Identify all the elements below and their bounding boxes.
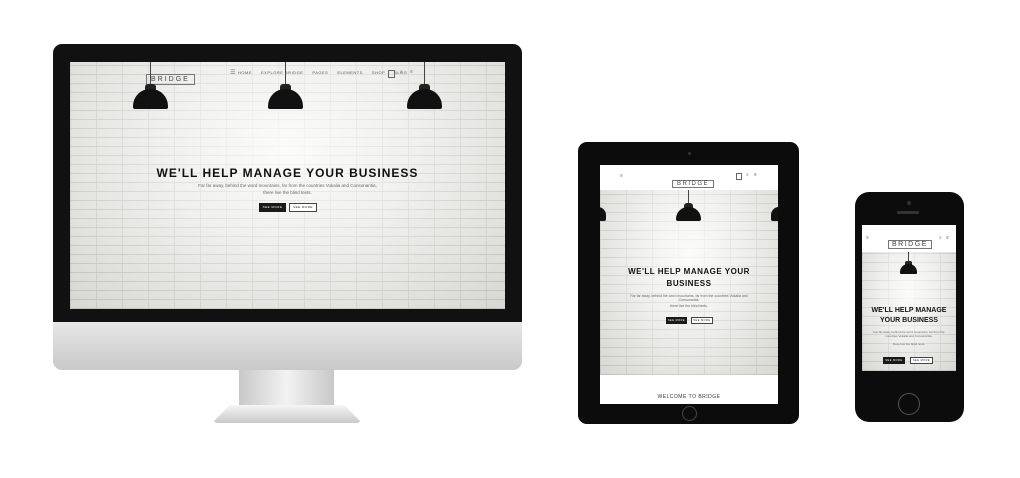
desktop-monitor-stand [239,370,334,408]
tablet-hero-subtext-line-2: there live the blind texts. [670,304,708,308]
phone-logo[interactable]: BRIDGE [888,233,932,251]
see-more-button-secondary[interactable]: SEE MORE [289,203,317,212]
tablet-hero: WE'LL HELP MANAGE YOUR BUSINESS Far far … [600,190,778,375]
nav-item-pages[interactable]: PAGES [312,70,328,75]
phone-hero-headline-line-1: WE'LL HELP MANAGE [871,307,947,314]
tablet-see-more-button-secondary[interactable]: SEE MORE [691,317,713,324]
phone-hero-headline-line-2: YOUR BUSINESS [880,317,938,324]
tablet-welcome-heading: WELCOME TO BRIDGE [657,394,721,400]
desktop-nav: HOME EXPLORE BRIDGE PAGES ELEMENTS SHOP … [238,70,407,75]
tablet-see-more-button-primary[interactable]: SEE MORE [666,317,687,324]
phone-search-icon[interactable]: ⌕ [939,235,942,241]
phone-camera [907,201,911,205]
phone-see-more-button-secondary[interactable]: SEE MORE [910,357,933,364]
desktop-screen: BRIDGE ☰ HOME EXPLORE BRIDGE PAGES ELEME… [70,62,505,309]
phone-menu-icon[interactable]: ≡ [866,235,869,241]
menu-icon[interactable]: ☰ [230,69,235,76]
nav-item-home[interactable]: HOME [238,70,252,75]
phone-home-button[interactable] [898,393,920,415]
tablet-logo-text: BRIDGE [672,180,715,188]
search-icon[interactable]: ⌕ [400,69,403,75]
tablet-home-button[interactable] [682,406,697,421]
phone-side-menu-icon[interactable]: ≡ [946,235,949,241]
tablet-hero-headline-line-1: WE'LL HELP MANAGE YOUR [628,267,750,276]
tablet-hero-subtext-line-1: Far far away, behind the word mountains,… [630,294,748,302]
phone-screen: ≡ BRIDGE ⌕ ≡ WE'LL HELP MANAGE YOUR BUSI… [862,225,956,371]
tablet-menu-icon[interactable]: ≡ [620,173,623,179]
phone-logo-text: BRIDGE [888,240,932,249]
tablet-screen: ≡ BRIDGE ⌕ ≡ WE'LL HELP MANAGE YOUR BUSI… [600,165,778,404]
phone-hero-subtext-line-1: Far far away, behind the word mountains,… [873,330,945,338]
tablet-side-menu-icon[interactable]: ≡ [754,172,757,178]
pendant-lamp-icon [771,207,778,221]
hero-headline: WE'LL HELP MANAGE YOUR BUSINESS [156,166,419,180]
tablet-hero-headline-line-2: BUSINESS [666,279,712,288]
hero-subtext-line-2: there live the blind texts. [263,190,312,195]
tablet-cart-icon[interactable] [736,173,742,180]
see-more-button-primary[interactable]: SEE MORE [259,203,286,212]
nav-item-elements[interactable]: ELEMENTS [337,70,363,75]
tablet-camera [688,152,691,155]
phone-hero-subtext-line-2: there live the blind texts. [892,342,926,346]
phone-see-more-button-primary[interactable]: SEE MORE [883,357,905,364]
nav-item-shop[interactable]: SHOP [372,70,385,75]
pendant-lamp-icon [600,207,606,221]
tablet-search-icon[interactable]: ⌕ [746,172,749,178]
nav-item-explore[interactable]: EXPLORE BRIDGE [261,70,303,75]
side-menu-icon[interactable]: ≡ [410,69,413,75]
phone-hero: WE'LL HELP MANAGE YOUR BUSINESS Far far … [862,252,956,371]
desktop-monitor-base [212,405,362,423]
cart-icon[interactable] [388,70,395,78]
desktop-monitor-chin [53,322,522,370]
tablet-logo[interactable]: BRIDGE [672,172,715,190]
phone-speaker [897,211,919,214]
hero-subtext-line-1: Far far away, behind the word mountains,… [198,183,377,188]
